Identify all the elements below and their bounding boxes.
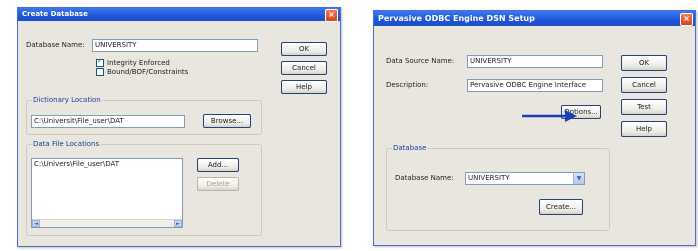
integrity-checkbox[interactable] (96, 57, 104, 67)
description-label: Description: (386, 81, 429, 89)
pointer-arrow-icon (522, 110, 577, 122)
bound-label: Bound/BOF/Constraints (107, 68, 189, 76)
list-item[interactable]: C:\Univers\File_user\DAT (34, 160, 119, 168)
database-name-value: UNIVERSITY (468, 174, 510, 182)
browse-button[interactable]: Browse... (203, 114, 251, 128)
cancel-button[interactable]: Cancel (281, 61, 327, 75)
help-button[interactable]: Help (281, 80, 327, 94)
scroll-left-icon[interactable]: ◄ (32, 220, 40, 227)
bound-checkbox[interactable] (96, 68, 104, 76)
close-icon[interactable]: × (680, 13, 693, 26)
dictionary-location-field[interactable]: C:\Universit\File_user\DAT (31, 115, 185, 128)
scroll-right-icon[interactable]: ► (174, 220, 182, 227)
ok-button[interactable]: OK (281, 42, 327, 56)
delete-button[interactable]: Delete (197, 177, 239, 191)
dsn-setup-dialog: Pervasive ODBC Engine DSN Setup × Data S… (373, 10, 696, 246)
create-button[interactable]: Create... (539, 199, 583, 215)
data-source-name-field[interactable]: UNIVERSITY (467, 55, 603, 68)
database-name-combo[interactable]: UNIVERSITY ▼ (465, 172, 585, 185)
data-file-locations-label: Data File Locations (32, 140, 101, 148)
ok-button[interactable]: OK (621, 55, 667, 71)
create-database-dialog: Create Database × Database Name: UNIVERS… (17, 7, 341, 247)
create-database-title: Create Database (18, 8, 340, 21)
test-button[interactable]: Test (621, 99, 667, 115)
chevron-down-icon[interactable]: ▼ (573, 173, 584, 184)
database-group-label: Database (392, 144, 428, 152)
dictionary-location-label: Dictionary Location (32, 96, 102, 104)
description-field[interactable]: Pervasive ODBC Engine Interface (467, 79, 603, 92)
data-file-list[interactable]: C:\Univers\File_user\DAT ◄ ► (31, 158, 183, 228)
cancel-button[interactable]: Cancel (621, 77, 667, 93)
add-button[interactable]: Add... (197, 158, 239, 172)
data-file-locations-group: Data File Locations C:\Univers\File_user… (26, 140, 262, 236)
database-group: Database Database Name: UNIVERSITY ▼ Cre… (386, 144, 610, 231)
close-icon[interactable]: × (325, 9, 338, 22)
database-name-label: Database Name: (26, 41, 85, 49)
database-name-label: Database Name: (395, 174, 454, 182)
integrity-label: Integrity Enforced (107, 59, 170, 67)
help-button[interactable]: Help (621, 121, 667, 137)
database-name-field[interactable]: UNIVERSITY (92, 39, 258, 52)
dictionary-location-group: Dictionary Location C:\Universit\File_us… (26, 96, 262, 135)
data-source-name-label: Data Source Name: (386, 57, 455, 65)
dsn-setup-title: Pervasive ODBC Engine DSN Setup (374, 11, 695, 26)
horizontal-scrollbar[interactable]: ◄ ► (32, 219, 182, 227)
